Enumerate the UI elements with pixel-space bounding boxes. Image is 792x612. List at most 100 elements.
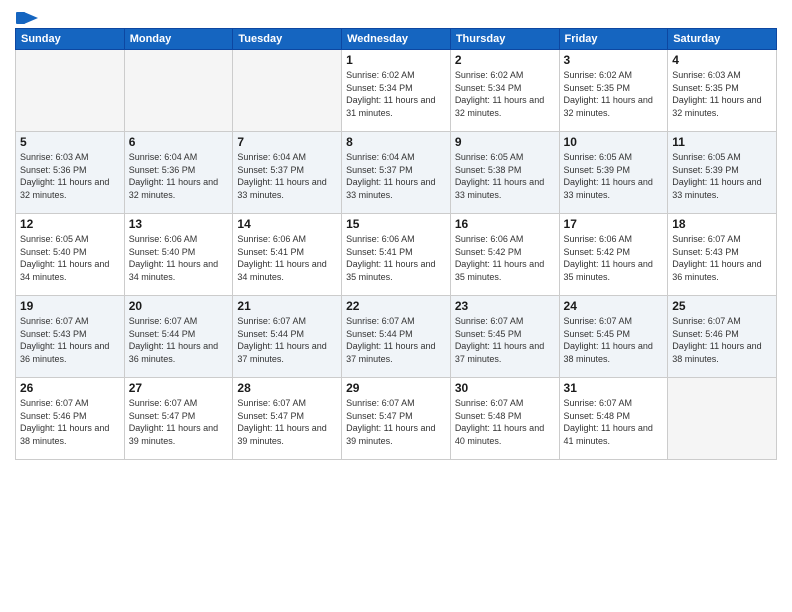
day-number: 20: [129, 299, 229, 313]
day-info: Sunrise: 6:07 AM Sunset: 5:44 PM Dayligh…: [129, 315, 229, 365]
day-number: 16: [455, 217, 555, 231]
day-info: Sunrise: 6:05 AM Sunset: 5:40 PM Dayligh…: [20, 233, 120, 283]
day-number: 17: [564, 217, 664, 231]
calendar-day-cell: 26 Sunrise: 6:07 AM Sunset: 5:46 PM Dayl…: [16, 378, 125, 460]
calendar-day-cell: 17 Sunrise: 6:06 AM Sunset: 5:42 PM Dayl…: [559, 214, 668, 296]
day-number: 28: [237, 381, 337, 395]
calendar-week-row: 12 Sunrise: 6:05 AM Sunset: 5:40 PM Dayl…: [16, 214, 777, 296]
day-info: Sunrise: 6:07 AM Sunset: 5:45 PM Dayligh…: [455, 315, 555, 365]
logo: [15, 10, 39, 22]
day-info: Sunrise: 6:04 AM Sunset: 5:36 PM Dayligh…: [129, 151, 229, 201]
calendar-day-cell: [16, 50, 125, 132]
header: [15, 10, 777, 22]
calendar-day-cell: 12 Sunrise: 6:05 AM Sunset: 5:40 PM Dayl…: [16, 214, 125, 296]
calendar-day-cell: 22 Sunrise: 6:07 AM Sunset: 5:44 PM Dayl…: [342, 296, 451, 378]
calendar-day-cell: 25 Sunrise: 6:07 AM Sunset: 5:46 PM Dayl…: [668, 296, 777, 378]
day-info: Sunrise: 6:05 AM Sunset: 5:39 PM Dayligh…: [564, 151, 664, 201]
day-info: Sunrise: 6:03 AM Sunset: 5:36 PM Dayligh…: [20, 151, 120, 201]
day-number: 30: [455, 381, 555, 395]
day-info: Sunrise: 6:07 AM Sunset: 5:47 PM Dayligh…: [346, 397, 446, 447]
weekday-header: Friday: [559, 29, 668, 50]
day-number: 6: [129, 135, 229, 149]
day-info: Sunrise: 6:06 AM Sunset: 5:42 PM Dayligh…: [564, 233, 664, 283]
logo-icon: [16, 10, 38, 26]
weekday-header: Monday: [124, 29, 233, 50]
day-number: 8: [346, 135, 446, 149]
day-number: 2: [455, 53, 555, 67]
calendar-day-cell: [233, 50, 342, 132]
calendar-day-cell: 24 Sunrise: 6:07 AM Sunset: 5:45 PM Dayl…: [559, 296, 668, 378]
day-info: Sunrise: 6:07 AM Sunset: 5:46 PM Dayligh…: [672, 315, 772, 365]
day-info: Sunrise: 6:07 AM Sunset: 5:47 PM Dayligh…: [129, 397, 229, 447]
day-number: 23: [455, 299, 555, 313]
day-info: Sunrise: 6:02 AM Sunset: 5:35 PM Dayligh…: [564, 69, 664, 119]
calendar-day-cell: 19 Sunrise: 6:07 AM Sunset: 5:43 PM Dayl…: [16, 296, 125, 378]
day-info: Sunrise: 6:07 AM Sunset: 5:46 PM Dayligh…: [20, 397, 120, 447]
day-info: Sunrise: 6:04 AM Sunset: 5:37 PM Dayligh…: [237, 151, 337, 201]
calendar-day-cell: 16 Sunrise: 6:06 AM Sunset: 5:42 PM Dayl…: [450, 214, 559, 296]
calendar-day-cell: 28 Sunrise: 6:07 AM Sunset: 5:47 PM Dayl…: [233, 378, 342, 460]
day-number: 26: [20, 381, 120, 395]
calendar-day-cell: 31 Sunrise: 6:07 AM Sunset: 5:48 PM Dayl…: [559, 378, 668, 460]
calendar-day-cell: 21 Sunrise: 6:07 AM Sunset: 5:44 PM Dayl…: [233, 296, 342, 378]
calendar-day-cell: 4 Sunrise: 6:03 AM Sunset: 5:35 PM Dayli…: [668, 50, 777, 132]
calendar-day-cell: 8 Sunrise: 6:04 AM Sunset: 5:37 PM Dayli…: [342, 132, 451, 214]
calendar-day-cell: 13 Sunrise: 6:06 AM Sunset: 5:40 PM Dayl…: [124, 214, 233, 296]
day-number: 27: [129, 381, 229, 395]
day-info: Sunrise: 6:06 AM Sunset: 5:40 PM Dayligh…: [129, 233, 229, 283]
calendar-day-cell: 6 Sunrise: 6:04 AM Sunset: 5:36 PM Dayli…: [124, 132, 233, 214]
page-container: SundayMondayTuesdayWednesdayThursdayFrid…: [0, 0, 792, 612]
day-number: 15: [346, 217, 446, 231]
day-info: Sunrise: 6:07 AM Sunset: 5:45 PM Dayligh…: [564, 315, 664, 365]
calendar-day-cell: 3 Sunrise: 6:02 AM Sunset: 5:35 PM Dayli…: [559, 50, 668, 132]
day-number: 29: [346, 381, 446, 395]
calendar-day-cell: 7 Sunrise: 6:04 AM Sunset: 5:37 PM Dayli…: [233, 132, 342, 214]
calendar-day-cell: 18 Sunrise: 6:07 AM Sunset: 5:43 PM Dayl…: [668, 214, 777, 296]
day-number: 3: [564, 53, 664, 67]
calendar-day-cell: [668, 378, 777, 460]
day-info: Sunrise: 6:05 AM Sunset: 5:39 PM Dayligh…: [672, 151, 772, 201]
calendar-day-cell: [124, 50, 233, 132]
weekday-header: Tuesday: [233, 29, 342, 50]
weekday-header: Thursday: [450, 29, 559, 50]
calendar-day-cell: 23 Sunrise: 6:07 AM Sunset: 5:45 PM Dayl…: [450, 296, 559, 378]
calendar-day-cell: 29 Sunrise: 6:07 AM Sunset: 5:47 PM Dayl…: [342, 378, 451, 460]
calendar-week-row: 1 Sunrise: 6:02 AM Sunset: 5:34 PM Dayli…: [16, 50, 777, 132]
day-number: 14: [237, 217, 337, 231]
day-number: 24: [564, 299, 664, 313]
calendar-day-cell: 20 Sunrise: 6:07 AM Sunset: 5:44 PM Dayl…: [124, 296, 233, 378]
day-info: Sunrise: 6:07 AM Sunset: 5:44 PM Dayligh…: [237, 315, 337, 365]
calendar-day-cell: 11 Sunrise: 6:05 AM Sunset: 5:39 PM Dayl…: [668, 132, 777, 214]
day-number: 5: [20, 135, 120, 149]
weekday-header: Sunday: [16, 29, 125, 50]
day-number: 1: [346, 53, 446, 67]
calendar-day-cell: 30 Sunrise: 6:07 AM Sunset: 5:48 PM Dayl…: [450, 378, 559, 460]
day-info: Sunrise: 6:02 AM Sunset: 5:34 PM Dayligh…: [455, 69, 555, 119]
day-info: Sunrise: 6:03 AM Sunset: 5:35 PM Dayligh…: [672, 69, 772, 119]
day-number: 19: [20, 299, 120, 313]
day-info: Sunrise: 6:05 AM Sunset: 5:38 PM Dayligh…: [455, 151, 555, 201]
weekday-header: Wednesday: [342, 29, 451, 50]
day-info: Sunrise: 6:02 AM Sunset: 5:34 PM Dayligh…: [346, 69, 446, 119]
day-number: 13: [129, 217, 229, 231]
day-info: Sunrise: 6:06 AM Sunset: 5:42 PM Dayligh…: [455, 233, 555, 283]
day-info: Sunrise: 6:07 AM Sunset: 5:44 PM Dayligh…: [346, 315, 446, 365]
day-number: 10: [564, 135, 664, 149]
day-info: Sunrise: 6:06 AM Sunset: 5:41 PM Dayligh…: [346, 233, 446, 283]
calendar-day-cell: 9 Sunrise: 6:05 AM Sunset: 5:38 PM Dayli…: [450, 132, 559, 214]
day-number: 22: [346, 299, 446, 313]
day-info: Sunrise: 6:07 AM Sunset: 5:48 PM Dayligh…: [564, 397, 664, 447]
day-number: 11: [672, 135, 772, 149]
calendar-day-cell: 5 Sunrise: 6:03 AM Sunset: 5:36 PM Dayli…: [16, 132, 125, 214]
calendar-table: SundayMondayTuesdayWednesdayThursdayFrid…: [15, 28, 777, 460]
calendar-day-cell: 10 Sunrise: 6:05 AM Sunset: 5:39 PM Dayl…: [559, 132, 668, 214]
day-info: Sunrise: 6:06 AM Sunset: 5:41 PM Dayligh…: [237, 233, 337, 283]
calendar-day-cell: 27 Sunrise: 6:07 AM Sunset: 5:47 PM Dayl…: [124, 378, 233, 460]
calendar-day-cell: 1 Sunrise: 6:02 AM Sunset: 5:34 PM Dayli…: [342, 50, 451, 132]
calendar-day-cell: 14 Sunrise: 6:06 AM Sunset: 5:41 PM Dayl…: [233, 214, 342, 296]
calendar-day-cell: 15 Sunrise: 6:06 AM Sunset: 5:41 PM Dayl…: [342, 214, 451, 296]
calendar-day-cell: 2 Sunrise: 6:02 AM Sunset: 5:34 PM Dayli…: [450, 50, 559, 132]
day-number: 4: [672, 53, 772, 67]
day-number: 12: [20, 217, 120, 231]
calendar-week-row: 5 Sunrise: 6:03 AM Sunset: 5:36 PM Dayli…: [16, 132, 777, 214]
